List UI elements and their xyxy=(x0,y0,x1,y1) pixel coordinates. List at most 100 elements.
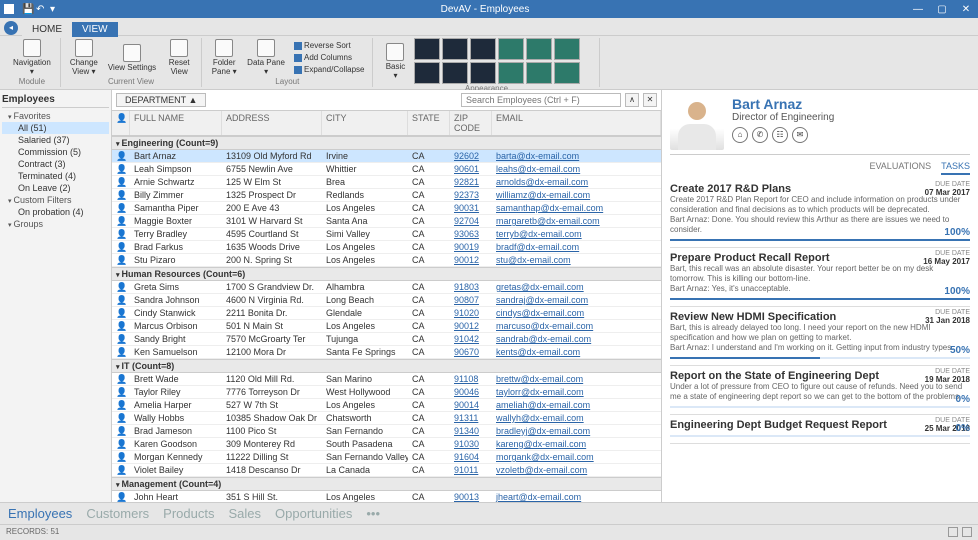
table-row[interactable]: 👤Brad Farkus1635 Woods DriveLos AngelesC… xyxy=(112,241,661,254)
cell-zip[interactable]: 90807 xyxy=(450,295,492,305)
nav-item[interactable]: On probation (4) xyxy=(2,206,109,218)
cell-zip[interactable]: 91803 xyxy=(450,282,492,292)
task-item[interactable]: DUE DATE16 May 2017Prepare Product Recal… xyxy=(670,248,970,307)
cell-zip[interactable]: 92704 xyxy=(450,216,492,226)
file-button[interactable]: ◂ xyxy=(4,21,18,35)
close-button[interactable]: ✕ xyxy=(958,4,974,15)
cell-email[interactable]: wallyh@dx-email.com xyxy=(492,413,661,423)
column-header[interactable]: FULL NAME xyxy=(130,111,222,135)
cell-email[interactable]: gretas@dx-email.com xyxy=(492,282,661,292)
theme-swatch-7[interactable] xyxy=(442,62,468,84)
qat-undo-icon[interactable]: ↶ xyxy=(36,4,46,14)
detail-tab-tasks[interactable]: TASKS xyxy=(941,159,970,175)
cell-email[interactable]: ameliah@dx-email.com xyxy=(492,400,661,410)
footer-nav-employees[interactable]: Employees xyxy=(8,506,72,521)
table-row[interactable]: 👤Sandra Johnson4600 N Virginia Rd.Long B… xyxy=(112,294,661,307)
minimize-button[interactable]: — xyxy=(910,4,926,15)
cell-zip[interactable]: 93063 xyxy=(450,229,492,239)
search-input[interactable] xyxy=(461,93,621,107)
home-icon[interactable]: ⌂ xyxy=(732,127,748,143)
detail-tab-evaluations[interactable]: EVALUATIONS xyxy=(869,159,931,175)
table-row[interactable]: 👤Wally Hobbs10385 Shadow Oak DrChatswort… xyxy=(112,412,661,425)
table-row[interactable]: 👤Sandy Bright7570 McGroarty TerTujungaCA… xyxy=(112,333,661,346)
reset-view-button[interactable]: Reset View xyxy=(162,38,196,77)
cell-email[interactable]: williamz@dx-email.com xyxy=(492,190,661,200)
cell-zip[interactable]: 91011 xyxy=(450,465,492,475)
cell-email[interactable]: sandrab@dx-email.com xyxy=(492,334,661,344)
cell-zip[interactable]: 90046 xyxy=(450,387,492,397)
nav-item[interactable]: On Leave (2) xyxy=(2,182,109,194)
table-row[interactable]: 👤Karen Goodson309 Monterey RdSouth Pasad… xyxy=(112,438,661,451)
column-header[interactable]: STATE xyxy=(408,111,450,135)
theme-swatch-1[interactable] xyxy=(442,38,468,60)
group-row[interactable]: Human Resources (Count=6) xyxy=(112,267,661,281)
cell-email[interactable]: brettw@dx-email.com xyxy=(492,374,661,384)
qat-save-icon[interactable]: 💾 xyxy=(22,4,32,14)
cell-zip[interactable]: 91108 xyxy=(450,374,492,384)
table-row[interactable]: 👤Amelia Harper527 W 7th StLos AngelesCA9… xyxy=(112,399,661,412)
nav-item[interactable]: Contract (3) xyxy=(2,158,109,170)
cell-zip[interactable]: 91604 xyxy=(450,452,492,462)
cell-email[interactable]: marcuso@dx-email.com xyxy=(492,321,661,331)
cell-email[interactable]: bradf@dx-email.com xyxy=(492,242,661,252)
cell-zip[interactable]: 90031 xyxy=(450,203,492,213)
table-row[interactable]: 👤Cindy Stanwick2211 Bonita Dr.GlendaleCA… xyxy=(112,307,661,320)
theme-swatch-0[interactable] xyxy=(414,38,440,60)
cell-zip[interactable]: 92373 xyxy=(450,190,492,200)
table-row[interactable]: 👤Maggie Boxter3101 W Harvard StSanta Ana… xyxy=(112,215,661,228)
group-by-department-button[interactable]: DEPARTMENT ▲ xyxy=(116,93,206,107)
nav-group[interactable]: Custom Filters xyxy=(2,194,109,206)
group-row[interactable]: Management (Count=4) xyxy=(112,477,661,491)
data-pane-button[interactable]: Data Pane ▾ xyxy=(243,38,289,77)
theme-swatch-11[interactable] xyxy=(554,62,580,84)
column-header[interactable]: ADDRESS xyxy=(222,111,322,135)
table-row[interactable]: 👤Marcus Orbison501 N Main StLos AngelesC… xyxy=(112,320,661,333)
reverse-sort-button[interactable]: Reverse Sort xyxy=(291,40,367,51)
nav-item[interactable]: Terminated (4) xyxy=(2,170,109,182)
cell-zip[interactable]: 92821 xyxy=(450,177,492,187)
nav-group[interactable]: Groups xyxy=(2,218,109,230)
cell-email[interactable]: kareng@dx-email.com xyxy=(492,439,661,449)
nav-item[interactable]: All (51) xyxy=(2,122,109,134)
theme-swatch-6[interactable] xyxy=(414,62,440,84)
cell-zip[interactable]: 90601 xyxy=(450,164,492,174)
theme-swatch-3[interactable] xyxy=(498,38,524,60)
column-header[interactable]: ZIP CODE xyxy=(450,111,492,135)
folder-pane-button[interactable]: Folder Pane ▾ xyxy=(207,38,241,77)
theme-swatch-4[interactable] xyxy=(526,38,552,60)
table-row[interactable]: 👤Brett Wade1120 Old Mill Rd.San MarinoCA… xyxy=(112,373,661,386)
cell-zip[interactable]: 91030 xyxy=(450,439,492,449)
column-header[interactable]: 👤 xyxy=(112,111,130,135)
cell-zip[interactable]: 90670 xyxy=(450,347,492,357)
tab-home[interactable]: HOME xyxy=(22,22,72,37)
table-row[interactable]: 👤Morgan Kennedy11222 Dilling StSan Ferna… xyxy=(112,451,661,464)
cell-email[interactable]: terryb@dx-email.com xyxy=(492,229,661,239)
table-row[interactable]: 👤Violet Bailey1418 Descanso DrLa CanadaC… xyxy=(112,464,661,477)
table-row[interactable]: 👤Greta Sims1700 S Grandview Dr.AlhambraC… xyxy=(112,281,661,294)
change-view-button[interactable]: Change View ▾ xyxy=(66,38,102,77)
cell-email[interactable]: bradleyj@dx-email.com xyxy=(492,426,661,436)
footer-nav-customers[interactable]: Customers xyxy=(86,506,149,521)
cell-zip[interactable]: 91311 xyxy=(450,413,492,423)
cell-zip[interactable]: 91340 xyxy=(450,426,492,436)
cell-email[interactable]: margaretb@dx-email.com xyxy=(492,216,661,226)
footer-nav-•••[interactable]: ••• xyxy=(366,506,380,521)
view-mode-1[interactable] xyxy=(948,527,958,537)
nav-group[interactable]: Favorites xyxy=(2,110,109,122)
cell-email[interactable]: kents@dx-email.com xyxy=(492,347,661,357)
task-item[interactable]: DUE DATE31 Jan 2018Review New HDMI Speci… xyxy=(670,307,970,366)
theme-swatch-5[interactable] xyxy=(554,38,580,60)
column-header[interactable]: EMAIL xyxy=(492,111,661,135)
chat-icon[interactable]: ☷ xyxy=(772,127,788,143)
basic-button[interactable]: Basic ▾ xyxy=(378,38,412,84)
theme-swatch-10[interactable] xyxy=(526,62,552,84)
theme-swatch-8[interactable] xyxy=(470,62,496,84)
cell-email[interactable]: stu@dx-email.com xyxy=(492,255,661,265)
cell-email[interactable]: arnolds@dx-email.com xyxy=(492,177,661,187)
task-item[interactable]: DUE DATE19 Mar 2018Report on the State o… xyxy=(670,366,970,415)
cell-email[interactable]: leahs@dx-email.com xyxy=(492,164,661,174)
table-row[interactable]: 👤Arnie Schwartz125 W Elm StBreaCA92821ar… xyxy=(112,176,661,189)
cell-zip[interactable]: 90013 xyxy=(450,492,492,502)
grid-body[interactable]: Engineering (Count=9)👤Bart Arnaz13109 Ol… xyxy=(112,136,661,502)
view-settings-button[interactable]: View Settings xyxy=(104,38,160,77)
